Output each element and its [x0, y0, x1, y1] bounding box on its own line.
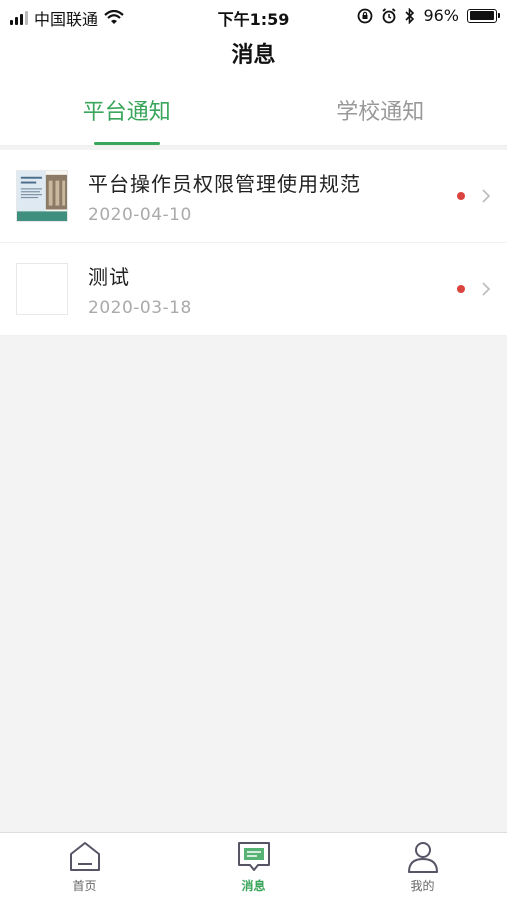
- bluetooth-icon: [405, 7, 415, 24]
- unread-dot: [457, 192, 465, 200]
- list-item[interactable]: 测试 2020-03-18: [0, 243, 507, 336]
- home-icon: [69, 842, 100, 871]
- tabbar-label: 首页: [72, 879, 97, 893]
- user-icon: [407, 842, 438, 873]
- message-thumbnail: [16, 263, 68, 315]
- orientation-lock-icon: [358, 8, 373, 23]
- tabbar-profile[interactable]: 我的: [338, 833, 507, 900]
- battery-icon: [467, 8, 500, 23]
- bottom-tab-bar: 首页 消息 我的: [0, 832, 507, 900]
- tab-school-notice[interactable]: 学校通知: [254, 80, 507, 145]
- chevron-right-icon: [482, 189, 491, 203]
- page-title: 消息: [0, 32, 507, 80]
- list-item[interactable]: 平台操作员权限管理使用规范 2020-04-10: [0, 150, 507, 243]
- tabbar-home[interactable]: 首页: [0, 833, 169, 900]
- message-list: 平台操作员权限管理使用规范 2020-04-10 测试 2020-03-18: [0, 150, 507, 336]
- battery-fill: [469, 11, 494, 20]
- chevron-right-icon: [482, 282, 491, 296]
- message-date: 2020-03-18: [88, 297, 192, 318]
- status-bar: 中国联通 下午1:59 96%: [0, 0, 507, 32]
- tabbar-messages[interactable]: 消息: [169, 833, 338, 900]
- message-text: 平台操作员权限管理使用规范 2020-04-10: [88, 168, 457, 225]
- document-thumbnail-icon: [17, 171, 67, 221]
- tabbar-label: 消息: [241, 879, 266, 893]
- message-title: 测试: [88, 264, 130, 289]
- message-date: 2020-04-10: [88, 204, 192, 225]
- tab-platform-notice[interactable]: 平台通知: [0, 80, 254, 145]
- message-title: 平台操作员权限管理使用规范: [88, 171, 361, 196]
- status-right: 96%: [357, 6, 500, 25]
- message-thumbnail: [16, 170, 68, 222]
- message-text: 测试 2020-03-18: [88, 261, 457, 318]
- tabbar-label: 我的: [410, 879, 435, 893]
- unread-dot: [457, 285, 465, 293]
- message-icon: [237, 842, 270, 871]
- battery-percent: 96%: [423, 6, 459, 25]
- alarm-icon: [382, 7, 396, 23]
- notice-tabs: 平台通知 学校通知: [0, 80, 507, 146]
